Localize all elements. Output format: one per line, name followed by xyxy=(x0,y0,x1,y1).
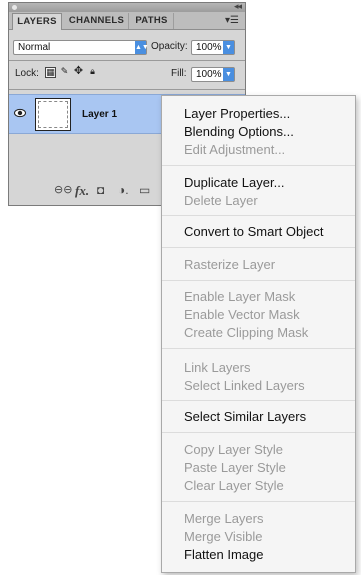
link-icon[interactable]: ⊖⊖ xyxy=(54,183,72,196)
menu-item-enable-vector-mask: Enable Vector Mask xyxy=(184,307,300,322)
fill-field[interactable]: 100% ▼ xyxy=(191,67,235,82)
menu-item-blending-options[interactable]: Blending Options... xyxy=(184,124,294,139)
opacity-field[interactable]: 100% ▼ xyxy=(191,40,235,55)
eye-visibility-icon[interactable] xyxy=(14,108,26,118)
lock-position-icon[interactable]: ✥ xyxy=(73,66,84,78)
fill-label: Fill: xyxy=(171,68,187,79)
lock-all-icon[interactable]: 🔒︎ xyxy=(87,67,98,78)
tab-paths[interactable]: PATHS xyxy=(130,13,174,29)
lock-label: Lock: xyxy=(15,68,39,79)
menu-separator xyxy=(162,432,355,433)
menu-separator xyxy=(162,501,355,502)
panel-menu-icon[interactable]: ▾☰ xyxy=(225,15,239,26)
adjustment-icon[interactable]: ◑. xyxy=(118,183,129,197)
lock-fill-row: Lock: ▦ ✎ ✥ 🔒︎ Fill: 100% ▼ xyxy=(9,66,245,83)
lock-image-pixels-icon[interactable]: ✎ xyxy=(59,67,70,78)
menu-item-duplicate-layer[interactable]: Duplicate Layer... xyxy=(184,175,284,190)
collapse-icon[interactable]: ◂◂ xyxy=(234,1,242,12)
menu-item-select-similar-layers[interactable]: Select Similar Layers xyxy=(184,409,306,424)
dropdown-arrow-icon[interactable]: ▼ xyxy=(223,41,234,54)
mask-icon[interactable]: ◘ xyxy=(97,183,104,197)
menu-separator xyxy=(162,280,355,281)
menu-item-rasterize-layer: Rasterize Layer xyxy=(184,257,276,272)
panel-tab-bar: LAYERS CHANNELS PATHS ▾☰ xyxy=(9,12,245,30)
menu-item-delete-layer: Delete Layer xyxy=(184,193,258,208)
opacity-value: 100% xyxy=(196,42,222,53)
menu-separator xyxy=(162,247,355,248)
group-icon[interactable]: ▭ xyxy=(139,183,150,197)
dropdown-arrow-icon[interactable]: ▼ xyxy=(223,68,234,81)
layer-thumbnail[interactable] xyxy=(35,98,71,131)
menu-separator xyxy=(162,215,355,216)
updown-arrow-icon: ▲▼ xyxy=(135,41,149,54)
menu-item-layer-properties[interactable]: Layer Properties... xyxy=(184,106,290,121)
layer-context-menu: Layer Properties... Blending Options... … xyxy=(161,95,356,573)
menu-item-merge-layers: Merge Layers xyxy=(184,511,264,526)
opacity-label: Opacity: xyxy=(151,41,188,52)
menu-item-copy-layer-style: Copy Layer Style xyxy=(184,442,283,457)
divider xyxy=(9,60,245,61)
menu-item-convert-to-smart-object[interactable]: Convert to Smart Object xyxy=(184,224,323,239)
divider xyxy=(9,89,245,90)
menu-item-paste-layer-style: Paste Layer Style xyxy=(184,460,286,475)
panel-title-bar[interactable]: ◂◂ xyxy=(9,1,245,12)
menu-item-flatten-image[interactable]: Flatten Image xyxy=(184,547,264,562)
tab-layers[interactable]: LAYERS xyxy=(12,13,62,30)
layer-name[interactable]: Layer 1 xyxy=(82,109,117,120)
lock-transparent-pixels-icon[interactable]: ▦ xyxy=(45,67,56,78)
menu-item-merge-visible: Merge Visible xyxy=(184,529,263,544)
tab-channels[interactable]: CHANNELS xyxy=(65,13,129,29)
blend-opacity-row: Normal ▲▼ Opacity: 100% ▼ xyxy=(9,39,245,57)
menu-item-edit-adjustment: Edit Adjustment... xyxy=(184,142,286,157)
close-dot-icon[interactable] xyxy=(12,5,17,10)
blend-mode-select[interactable]: Normal ▲▼ xyxy=(13,40,149,55)
menu-item-create-clipping-mask: Create Clipping Mask xyxy=(184,325,309,340)
menu-separator xyxy=(162,165,355,166)
menu-item-select-linked-layers: Select Linked Layers xyxy=(184,378,305,393)
menu-item-clear-layer-style: Clear Layer Style xyxy=(184,478,284,493)
menu-separator xyxy=(162,348,355,349)
menu-item-link-layers: Link Layers xyxy=(184,360,251,375)
menu-item-enable-layer-mask: Enable Layer Mask xyxy=(184,289,296,304)
fx-icon[interactable]: fx. xyxy=(75,183,89,199)
fill-value: 100% xyxy=(196,69,222,80)
blend-mode-value: Normal xyxy=(18,42,51,53)
menu-separator xyxy=(162,400,355,401)
